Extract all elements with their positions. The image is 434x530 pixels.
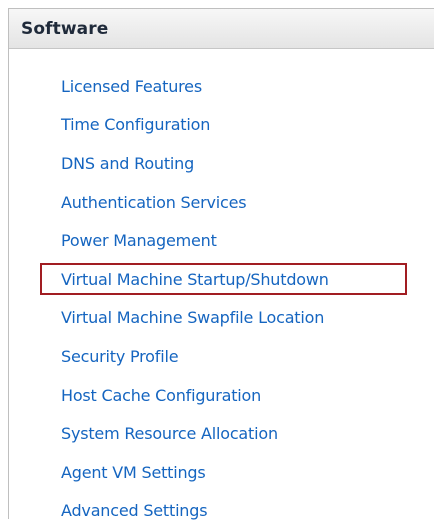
nav-item-host-cache-configuration[interactable]: Host Cache Configuration [61,376,329,415]
panel-title: Software [21,18,109,39]
advanced-settings-link[interactable]: Advanced Settings [61,501,208,520]
nav-item-power-management[interactable]: Power Management [61,221,329,260]
nav-item-security-profile[interactable]: Security Profile [61,337,329,376]
nav-item-authentication-services[interactable]: Authentication Services [61,183,329,222]
power-management-link[interactable]: Power Management [61,231,217,250]
time-configuration-link[interactable]: Time Configuration [61,115,210,134]
system-resource-allocation-link[interactable]: System Resource Allocation [61,424,278,443]
authentication-services-link[interactable]: Authentication Services [61,193,247,212]
dns-and-routing-link[interactable]: DNS and Routing [61,154,194,173]
vm-startup-shutdown-link[interactable]: Virtual Machine Startup/Shutdown [61,270,329,289]
licensed-features-link[interactable]: Licensed Features [61,77,202,96]
software-nav-list: Licensed Features Time Configuration DNS… [40,67,407,530]
nav-item-system-resource-allocation[interactable]: System Resource Allocation [61,414,329,453]
nav-item-advanced-settings[interactable]: Advanced Settings [61,492,329,530]
panel-header: Software [9,9,434,49]
software-panel: Software Licensed Features Time Configur… [8,8,434,520]
nav-item-dns-and-routing[interactable]: DNS and Routing [61,144,329,183]
nav-item-licensed-features[interactable]: Licensed Features [61,67,329,106]
nav-item-time-configuration[interactable]: Time Configuration [61,106,329,145]
security-profile-link[interactable]: Security Profile [61,347,179,366]
agent-vm-settings-link[interactable]: Agent VM Settings [61,463,206,482]
nav-item-agent-vm-settings[interactable]: Agent VM Settings [61,453,329,492]
nav-item-vm-startup-shutdown[interactable]: Virtual Machine Startup/Shutdown [40,260,407,299]
nav-item-vm-swapfile-location[interactable]: Virtual Machine Swapfile Location [61,299,329,338]
vm-swapfile-location-link[interactable]: Virtual Machine Swapfile Location [61,308,324,327]
host-cache-configuration-link[interactable]: Host Cache Configuration [61,386,261,405]
